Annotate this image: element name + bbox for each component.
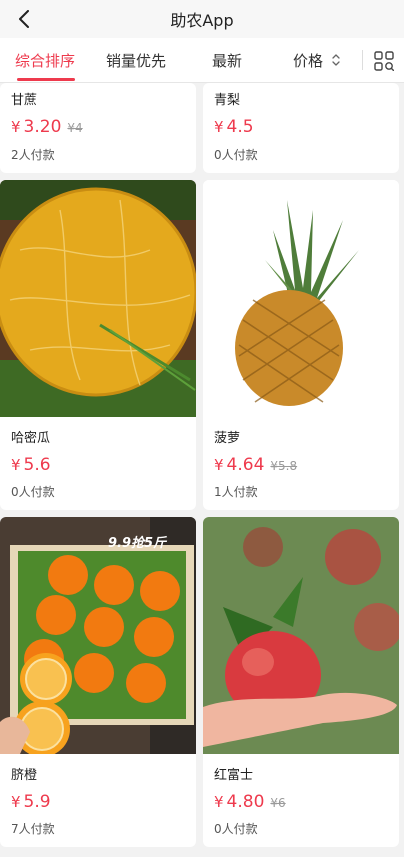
product-card-red-fuji-apple[interactable]: 红富士 ¥4.80 ¥6 0人付款: [203, 517, 399, 847]
product-price: ¥4.5: [214, 117, 254, 137]
product-name: 青梨: [214, 93, 241, 108]
tab-sales[interactable]: 销量优先: [106, 50, 166, 71]
page-title: 助农App: [170, 11, 234, 30]
tab-newest[interactable]: 最新: [212, 50, 242, 71]
sold-count: 0人付款: [214, 148, 258, 162]
currency-symbol: ¥: [214, 118, 224, 136]
product-price: ¥4.80 ¥6: [214, 792, 286, 812]
currency-symbol: ¥: [11, 456, 21, 474]
original-price: ¥5.8: [270, 459, 298, 473]
back-button[interactable]: [14, 9, 34, 29]
product-card-pineapple[interactable]: 菠萝 ¥4.64 ¥5.8 1人付款: [203, 180, 399, 510]
product-card-hami-melon[interactable]: 哈密瓜 ¥5.6 0人付款: [0, 180, 196, 510]
product-price: ¥5.9: [11, 792, 51, 812]
price-value: 4.5: [226, 117, 254, 137]
product-name: 甘蔗: [11, 93, 38, 108]
product-card-navel-orange[interactable]: 9.9抢5斤 脐橙 ¥5.9 7人付款: [0, 517, 196, 847]
active-tab-indicator: [17, 78, 75, 81]
sold-count: 0人付款: [214, 822, 258, 836]
currency-symbol: ¥: [11, 118, 21, 136]
product-card-pear[interactable]: 青梨 ¥4.5 0人付款: [203, 83, 399, 173]
sold-count: 7人付款: [11, 822, 55, 836]
product-name: 脐橙: [11, 768, 38, 783]
price-value: 3.20: [23, 117, 62, 137]
price-value: 4.64: [226, 455, 265, 475]
title-bar: 助农App: [0, 0, 404, 38]
price-value: 5.9: [23, 792, 51, 812]
currency-symbol: ¥: [214, 793, 224, 811]
price-value: 5.6: [23, 455, 51, 475]
navel-orange-image: 9.9抢5斤: [0, 517, 196, 754]
sold-count: 0人付款: [11, 485, 55, 499]
pineapple-image: [203, 180, 399, 417]
hami-melon-image: [0, 180, 196, 417]
product-price: ¥5.6: [11, 455, 51, 475]
promo-overlay-text: 9.9抢5斤: [108, 535, 168, 551]
tab-price[interactable]: 价格: [293, 50, 341, 71]
layout-grid-icon[interactable]: [374, 51, 394, 71]
product-price: ¥4.64 ¥5.8: [214, 455, 297, 475]
chevron-left-icon: [19, 10, 29, 28]
tab-divider: [362, 50, 363, 70]
price-value: 4.80: [226, 792, 265, 812]
product-name: 红富士: [214, 768, 254, 783]
product-name: 哈密瓜: [11, 431, 51, 446]
product-card-sugarcane[interactable]: 甘蔗 ¥3.20 ¥4 2人付款: [0, 83, 196, 173]
tab-comprehensive[interactable]: 综合排序: [15, 50, 75, 71]
original-price: ¥4: [67, 121, 83, 135]
original-price: ¥6: [270, 796, 286, 810]
product-price: ¥3.20 ¥4: [11, 117, 83, 137]
red-fuji-apple-image: [203, 517, 399, 754]
sold-count: 1人付款: [214, 485, 258, 499]
currency-symbol: ¥: [214, 456, 224, 474]
currency-symbol: ¥: [11, 793, 21, 811]
sort-tabs: 综合排序 销量优先 最新 价格: [0, 38, 404, 83]
product-name: 菠萝: [214, 431, 241, 446]
tab-price-label: 价格: [293, 52, 324, 70]
sold-count: 2人付款: [11, 148, 55, 162]
sort-updown-icon: [332, 54, 340, 66]
